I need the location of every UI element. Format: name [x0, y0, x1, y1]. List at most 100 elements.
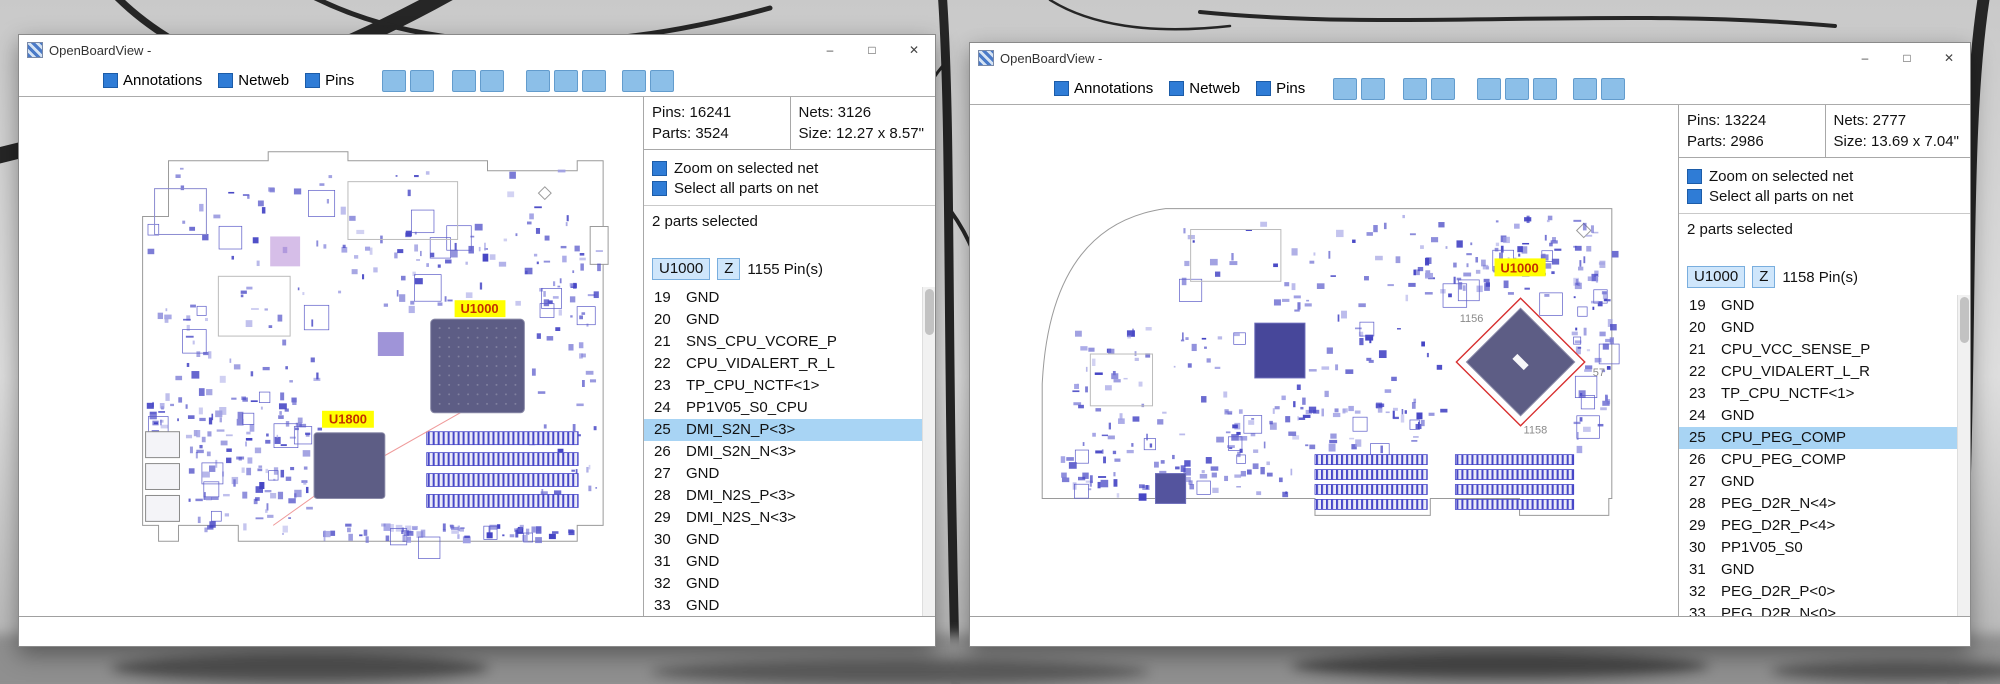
pin-row[interactable]: 33 PEG_D2R_N<0> — [1679, 603, 1970, 616]
option-row[interactable]: Select all parts on net — [652, 180, 927, 197]
toolbar-button[interactable] — [650, 70, 674, 92]
toolbar-button[interactable] — [480, 70, 504, 92]
pin-row[interactable]: 30 GND — [644, 529, 935, 551]
toolbar-button[interactable] — [526, 70, 550, 92]
pin-row[interactable]: 28 PEG_D2R_N<4> — [1679, 493, 1970, 515]
pin-row[interactable]: 22 CPU_VIDALERT_L_R — [1679, 361, 1970, 383]
component-name[interactable]: U1000 — [652, 258, 710, 280]
toggle-row[interactable]: Pins — [305, 72, 354, 89]
pin-row[interactable]: 33 GND — [644, 595, 935, 616]
toolbar-button[interactable] — [452, 70, 476, 92]
pin-row[interactable]: 24 PP1V05_S0_CPU — [644, 397, 935, 419]
pin-row[interactable]: 26 DMI_S2N_N<3> — [644, 441, 935, 463]
pin-row[interactable]: 27 GND — [644, 463, 935, 485]
scrollbar-thumb[interactable] — [925, 289, 934, 335]
toolbar-button[interactable] — [1431, 78, 1455, 100]
pin-row[interactable]: 29 DMI_N2S_N<3> — [644, 507, 935, 529]
pin-row[interactable]: 26 CPU_PEG_COMP — [1679, 449, 1970, 471]
pin-row[interactable]: 19 GND — [1679, 295, 1970, 317]
board-view[interactable]: U1000 U1800 — [19, 97, 643, 616]
pin-list[interactable]: 19 GND 20 GND 21 CPU_VCC_SENSE_P 22 CPU_… — [1679, 295, 1970, 616]
u1800-chip[interactable] — [314, 433, 385, 499]
board-svg[interactable]: U1000 U1800 — [19, 97, 643, 616]
checkbox-icon[interactable] — [1256, 81, 1271, 96]
titlebar[interactable]: OpenBoardView - – □ ✕ — [19, 35, 935, 65]
toolbar-button[interactable] — [1403, 78, 1427, 100]
u1800-highlight-label[interactable]: U1800 — [322, 411, 374, 428]
component-name[interactable]: U1000 — [1687, 266, 1745, 288]
pin-row[interactable]: 21 CPU_VCC_SENSE_P — [1679, 339, 1970, 361]
pin-list-scrollbar[interactable] — [922, 287, 935, 616]
checkbox-icon[interactable] — [103, 73, 118, 88]
mid-chip[interactable] — [270, 236, 300, 266]
toolbar-button[interactable] — [1333, 78, 1357, 100]
pin-row[interactable]: 20 GND — [644, 309, 935, 331]
close-button[interactable]: ✕ — [893, 35, 935, 65]
pin-row[interactable]: 32 PEG_D2R_P<0> — [1679, 581, 1970, 603]
maximize-button[interactable]: □ — [851, 35, 893, 65]
toolbar-button[interactable] — [410, 70, 434, 92]
toggle-row[interactable]: Annotations — [103, 72, 202, 89]
toggle-row[interactable]: Annotations — [1054, 80, 1153, 97]
pin-row[interactable]: 29 PEG_D2R_P<4> — [1679, 515, 1970, 537]
toolbar-button[interactable] — [1573, 78, 1597, 100]
close-button[interactable]: ✕ — [1928, 43, 1970, 73]
pin-row[interactable]: 31 GND — [1679, 559, 1970, 581]
toolbar-button[interactable] — [1505, 78, 1529, 100]
pin-row[interactable]: 31 GND — [644, 551, 935, 573]
menu-item[interactable] — [998, 87, 1012, 91]
component-z-button[interactable]: Z — [1752, 266, 1775, 288]
toggle-row[interactable]: Netweb — [218, 72, 289, 89]
menu-item[interactable] — [47, 79, 61, 83]
board-view[interactable]: 1156 57 1158 U1000 — [970, 105, 1678, 616]
u1000-highlight-label[interactable]: U1000 — [1494, 258, 1545, 276]
maximize-button[interactable]: □ — [1886, 43, 1928, 73]
checkbox-icon[interactable] — [1687, 169, 1702, 184]
secondary-chip[interactable] — [1255, 323, 1305, 378]
toolbar-button[interactable] — [1361, 78, 1385, 100]
option-row[interactable]: Zoom on selected net — [1687, 168, 1962, 185]
menu-item[interactable] — [27, 79, 41, 83]
checkbox-icon[interactable] — [1054, 81, 1069, 96]
toolbar-button[interactable] — [1601, 78, 1625, 100]
option-row[interactable]: Zoom on selected net — [652, 160, 927, 177]
pin-list-scrollbar[interactable] — [1957, 295, 1970, 616]
toggle-row[interactable]: Pins — [1256, 80, 1305, 97]
pin-row[interactable]: 30 PP1V05_S0 — [1679, 537, 1970, 559]
pin-row[interactable]: 19 GND — [644, 287, 935, 309]
component-z-button[interactable]: Z — [717, 258, 740, 280]
minimize-button[interactable]: – — [809, 35, 851, 65]
toolbar-button[interactable] — [582, 70, 606, 92]
checkbox-icon[interactable] — [652, 181, 667, 196]
checkbox-icon[interactable] — [305, 73, 320, 88]
toolbar-button[interactable] — [1533, 78, 1557, 100]
pin-row[interactable]: 27 GND — [1679, 471, 1970, 493]
pin-row[interactable]: 25 DMI_S2N_P<3> — [644, 419, 935, 441]
menu-item[interactable] — [67, 79, 81, 83]
pin-row[interactable]: 24 GND — [1679, 405, 1970, 427]
pin-row[interactable]: 25 CPU_PEG_COMP — [1679, 427, 1970, 449]
pin-row[interactable]: 20 GND — [1679, 317, 1970, 339]
checkbox-icon[interactable] — [218, 73, 233, 88]
pin-row[interactable]: 23 TP_CPU_NCTF<1> — [1679, 383, 1970, 405]
checkbox-icon[interactable] — [1687, 189, 1702, 204]
pin-list[interactable]: 19 GND 20 GND 21 SNS_CPU_VCORE_P 22 CPU_… — [644, 287, 935, 616]
pin-row[interactable]: 23 TP_CPU_NCTF<1> — [644, 375, 935, 397]
toolbar-button[interactable] — [554, 70, 578, 92]
pin-row[interactable]: 21 SNS_CPU_VCORE_P — [644, 331, 935, 353]
pin-row[interactable]: 28 DMI_N2S_P<3> — [644, 485, 935, 507]
pin-row[interactable]: 32 GND — [644, 573, 935, 595]
scrollbar-thumb[interactable] — [1960, 297, 1969, 343]
checkbox-icon[interactable] — [652, 161, 667, 176]
u1000-highlight-label[interactable]: U1000 — [455, 300, 506, 317]
titlebar[interactable]: OpenBoardView - – □ ✕ — [970, 43, 1970, 73]
small-chip[interactable] — [1156, 474, 1186, 504]
toolbar-button[interactable] — [622, 70, 646, 92]
menu-item[interactable] — [1018, 87, 1032, 91]
menu-item[interactable] — [978, 87, 992, 91]
toolbar-button[interactable] — [382, 70, 406, 92]
board-svg[interactable]: 1156 57 1158 U1000 — [970, 105, 1678, 616]
minimize-button[interactable]: – — [1844, 43, 1886, 73]
pin-row[interactable]: 22 CPU_VIDALERT_R_L — [644, 353, 935, 375]
toolbar-button[interactable] — [1477, 78, 1501, 100]
